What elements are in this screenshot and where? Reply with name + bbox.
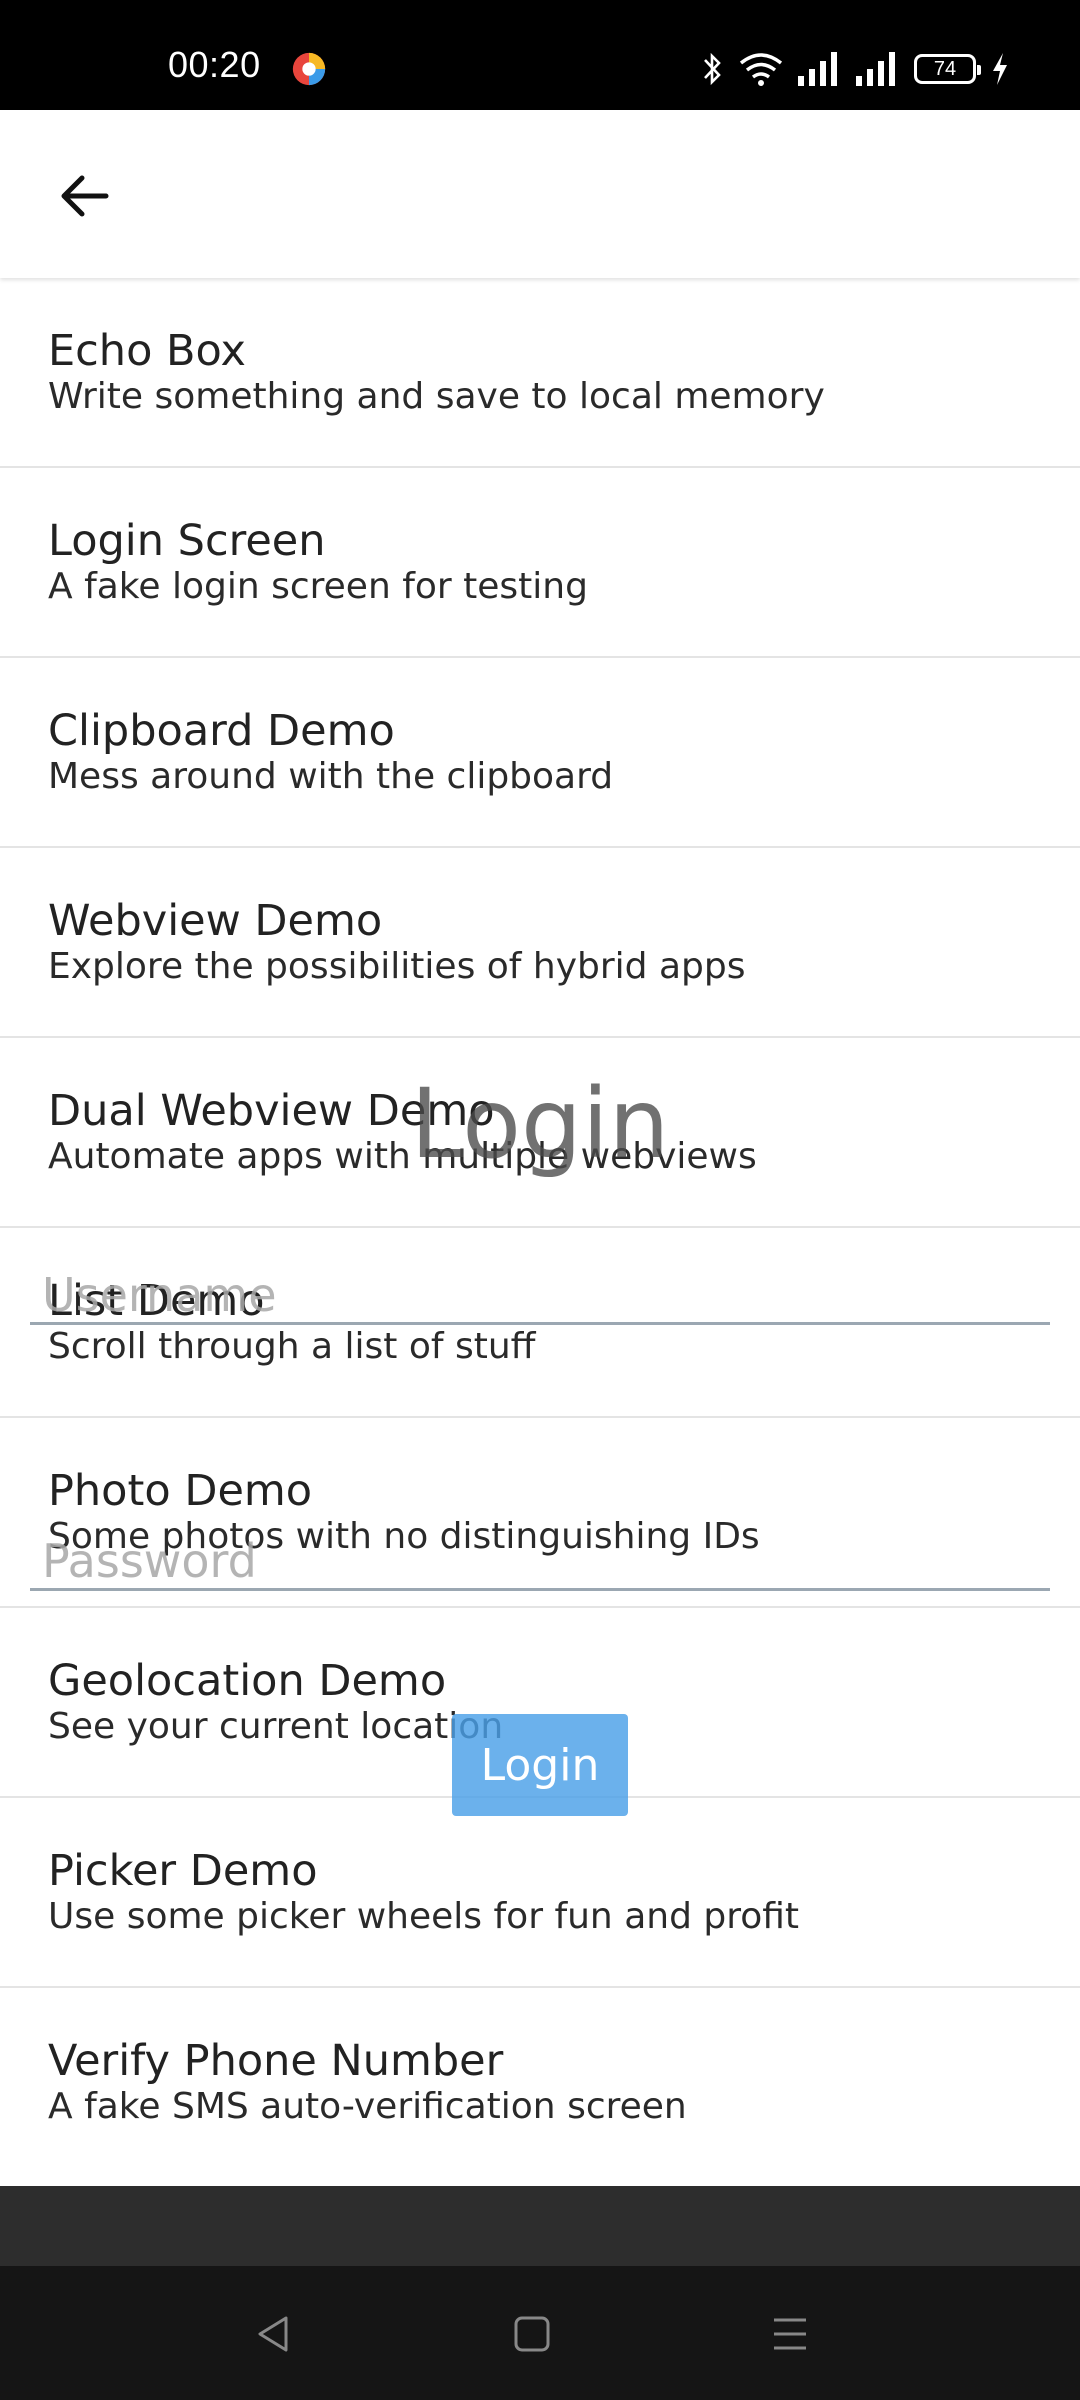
list-item-title: Picker Demo: [48, 1846, 318, 1896]
password-field[interactable]: [30, 1534, 1050, 1591]
list-item-subtitle: Mess around with the clipboard: [48, 756, 614, 797]
list-item-title: Geolocation Demo: [48, 1656, 447, 1706]
list-item-subtitle: Use some picker wheels for fun and profi…: [48, 1896, 800, 1937]
nav-menu-button[interactable]: [758, 2302, 822, 2366]
status-icons: 74: [700, 45, 1010, 93]
charging-icon: [993, 53, 1007, 85]
list-item-title: Echo Box: [48, 326, 246, 376]
triangle-back-icon: [258, 2316, 288, 2352]
system-nav-bar: [0, 2266, 1080, 2400]
list-item-subtitle: A fake SMS auto-verification screen: [48, 2086, 687, 2127]
app-bar: [0, 110, 1080, 278]
username-input[interactable]: [30, 1268, 1050, 1322]
list-item-subtitle: Automate apps with multiple webviews: [48, 1136, 757, 1177]
list-item-subtitle: Explore the possibilities of hybrid apps: [48, 946, 746, 987]
list-item-subtitle: See your current location: [48, 1706, 504, 1747]
status-time: 00:20: [168, 44, 261, 85]
list-item-title: Photo Demo: [48, 1466, 313, 1516]
battery-indicator: 74: [914, 54, 981, 84]
nav-home-button[interactable]: [500, 2302, 564, 2366]
list-item-verify-phone-number[interactable]: Verify Phone Number A fake SMS auto-veri…: [0, 1988, 1080, 2178]
wifi-icon: [739, 53, 783, 86]
menu-lines-icon: [774, 2318, 806, 2350]
list-item-picker-demo[interactable]: Picker Demo Use some picker wheels for f…: [0, 1798, 1080, 1988]
bottom-strip: [0, 2186, 1080, 2266]
list-item-title: Dual Webview Demo: [48, 1086, 495, 1136]
list-item-title: Clipboard Demo: [48, 706, 395, 756]
status-bar: 00:20 74: [0, 0, 1080, 110]
nav-back-button[interactable]: [242, 2302, 306, 2366]
list-item-dual-webview-demo[interactable]: Dual Webview Demo Automate apps with mul…: [0, 1038, 1080, 1228]
list-item-title: Verify Phone Number: [48, 2036, 504, 2086]
battery-level: 74: [933, 57, 957, 80]
list-item-title: Login Screen: [48, 516, 326, 566]
signal-icon-2: [856, 52, 895, 86]
app-notification-icon: [292, 52, 326, 86]
password-input[interactable]: [30, 1534, 1050, 1588]
login-button[interactable]: Login: [452, 1714, 628, 1816]
username-field[interactable]: [30, 1268, 1050, 1325]
list-item-echo-box[interactable]: Echo Box Write something and save to loc…: [0, 278, 1080, 468]
list-item-subtitle: Write something and save to local memory: [48, 376, 825, 417]
list-item-webview-demo[interactable]: Webview Demo Explore the possibilities o…: [0, 848, 1080, 1038]
bluetooth-icon: [704, 52, 721, 86]
square-home-icon: [514, 2316, 550, 2352]
list-item-title: Webview Demo: [48, 896, 383, 946]
list-item-subtitle: A fake login screen for testing: [48, 566, 588, 607]
arrow-left-icon: [61, 175, 109, 217]
list-item-login-screen[interactable]: Login Screen A fake login screen for tes…: [0, 468, 1080, 658]
list-item-subtitle: Scroll through a list of stuff: [48, 1326, 536, 1367]
list-item-clipboard-demo[interactable]: Clipboard Demo Mess around with the clip…: [0, 658, 1080, 848]
back-button[interactable]: [48, 160, 120, 232]
demo-list: Echo Box Write something and save to loc…: [0, 278, 1080, 2178]
signal-icon-1: [798, 52, 837, 86]
